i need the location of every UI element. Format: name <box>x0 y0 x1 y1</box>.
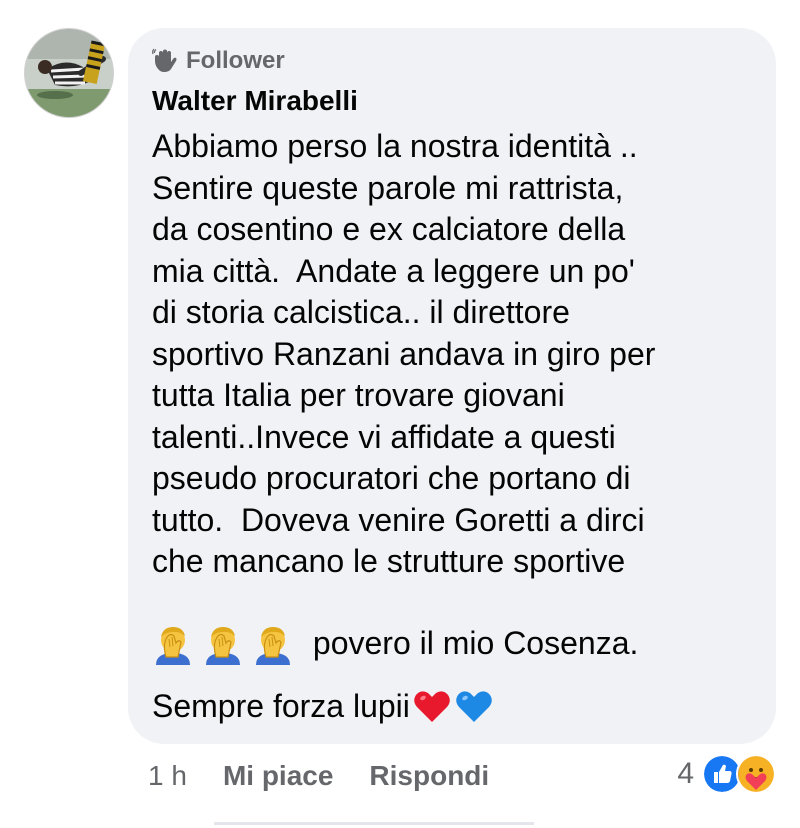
comment-line: da cosentino e ex calciatore della <box>152 211 626 247</box>
follower-badge: Follower <box>152 46 285 76</box>
reactions-summary[interactable]: 4 <box>677 752 776 796</box>
comment-line: tutto. Doveva venire Goretti a dirci <box>152 501 645 538</box>
facepalm-emoji-icon <box>256 627 290 665</box>
waving-hand-icon <box>152 48 177 72</box>
blue-heart-icon <box>456 691 492 722</box>
comment-text: Abbiamo perso la nostra identità .. Sent… <box>152 126 764 583</box>
comment-line: che mancano le strutture sportive <box>152 543 626 579</box>
comment-line: Abbiamo perso la nostra identità .. <box>152 128 638 164</box>
comment-timestamp[interactable]: 1 h <box>148 760 187 792</box>
reaction-count: 4 <box>677 757 694 790</box>
facepalm-emoji-icon <box>156 627 190 665</box>
comment-screen: Follower Walter Mirabelli Abbiamo perso … <box>0 0 800 828</box>
comment-line: sportivo Ranzani andava in giro per <box>152 335 656 372</box>
comment-line: Sentire queste parole mi rattrista, <box>152 169 624 206</box>
facepalm-line-text: povero il mio Cosenza. <box>304 625 639 662</box>
closing-text: Sempre forza lupii <box>152 687 410 724</box>
avatar[interactable] <box>24 28 114 118</box>
facepalm-emoji-icon <box>206 627 240 665</box>
closing-line: Sempre forza lupii <box>152 684 494 728</box>
comment-line: talenti..Invece vi affidate a questi <box>152 418 616 455</box>
reply-button[interactable]: Rispondi <box>369 760 489 792</box>
badge-label: Follower <box>186 47 285 74</box>
like-button[interactable]: Mi piace <box>223 760 333 792</box>
comment-line: pseudo procuratori che portano di <box>152 460 631 496</box>
comment-line: tutta Italia per trovare giovani <box>152 377 565 413</box>
divider <box>214 822 534 825</box>
care-icon <box>736 754 776 794</box>
facepalm-line: povero il mio Cosenza. <box>152 620 638 668</box>
comment-line: di storia calcistica.. il direttore <box>152 294 570 330</box>
comment-actions: 1 h Mi piace Rispondi <box>148 756 525 796</box>
avatar-photo <box>25 29 113 117</box>
comment-line: mia città. Andate a leggere un po' <box>152 252 635 289</box>
red-heart-icon <box>414 691 450 722</box>
author-name[interactable]: Walter Mirabelli <box>152 84 358 118</box>
